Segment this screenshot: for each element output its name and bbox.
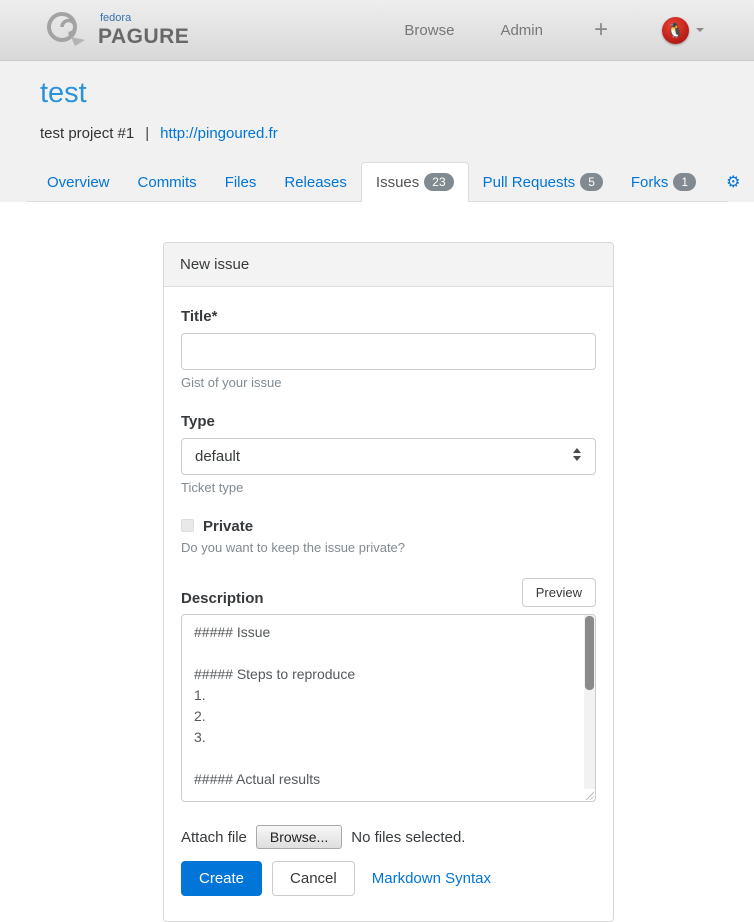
chevron-down-icon	[696, 28, 704, 32]
new-issue-panel: New issue Title* Gist of your issue Type…	[163, 242, 614, 922]
tab-releases[interactable]: Releases	[270, 164, 361, 201]
project-meta: test project #1 | http://pingoured.fr	[40, 125, 754, 142]
title-group: Title* Gist of your issue	[181, 308, 596, 390]
tab-bar: Overview Commits Files Releases Issues23…	[27, 162, 728, 202]
type-group: Type default Ticket type	[181, 413, 596, 495]
issues-count-badge: 23	[424, 173, 453, 191]
private-group: Private Do you want to keep the issue pr…	[181, 518, 596, 555]
nav-browse-link[interactable]: Browse	[381, 22, 477, 39]
private-help-text: Do you want to keep the issue private?	[181, 540, 596, 555]
snail-shell-icon	[38, 8, 90, 53]
attach-file-label: Attach file	[181, 829, 247, 846]
navbar: fedora PAGURE Browse Admin + 🐧	[0, 0, 754, 61]
private-label: Private	[203, 518, 253, 535]
type-select[interactable]: default	[181, 438, 596, 475]
title-help-text: Gist of your issue	[181, 375, 596, 390]
tab-files[interactable]: Files	[211, 164, 271, 201]
select-arrows-icon	[572, 447, 582, 466]
description-label: Description	[181, 590, 264, 607]
no-files-text: No files selected.	[351, 829, 465, 846]
panel-title: New issue	[164, 243, 613, 287]
tab-pull-requests[interactable]: Pull Requests5	[469, 163, 617, 201]
avatar: 🐧	[662, 17, 689, 44]
separator: |	[145, 125, 149, 142]
type-selected-value: default	[195, 448, 240, 465]
private-checkbox[interactable]	[181, 519, 194, 532]
page-title: test	[40, 77, 754, 110]
plus-icon[interactable]: +	[566, 18, 636, 42]
description-textarea[interactable]: ##### Issue ##### Steps to reproduce 1. …	[181, 614, 596, 802]
tab-overview[interactable]: Overview	[33, 164, 124, 201]
scrollbar-thumb[interactable]	[585, 616, 594, 690]
textarea-scrollbar[interactable]	[584, 615, 595, 789]
description-group: Description Preview ##### Issue ##### St…	[181, 578, 596, 802]
nav-admin-link[interactable]: Admin	[477, 22, 566, 39]
brand-pagure-text: PAGURE	[98, 26, 189, 47]
brand-fedora-text: fedora	[100, 13, 189, 24]
pagure-logo[interactable]: fedora PAGURE	[38, 8, 189, 53]
browse-button[interactable]: Browse...	[256, 825, 342, 849]
preview-button[interactable]: Preview	[522, 578, 596, 607]
type-help-text: Ticket type	[181, 480, 596, 495]
tab-issues[interactable]: Issues23	[361, 162, 469, 202]
project-url-link[interactable]: http://pingoured.fr	[160, 125, 278, 142]
tab-commits[interactable]: Commits	[124, 164, 211, 201]
title-input[interactable]	[181, 333, 596, 370]
markdown-syntax-link[interactable]: Markdown Syntax	[372, 870, 491, 887]
project-description: test project #1	[40, 125, 134, 142]
navbar-right: Browse Admin + 🐧	[381, 17, 704, 44]
main-content: New issue Title* Gist of your issue Type…	[0, 202, 754, 922]
user-menu[interactable]: 🐧	[662, 17, 704, 44]
attach-file-row: Attach file Browse... No files selected.	[181, 825, 596, 849]
create-button[interactable]: Create	[181, 861, 262, 896]
actions-row: Create Cancel Markdown Syntax	[181, 861, 596, 896]
pull-requests-count-badge: 5	[580, 173, 603, 191]
cancel-button[interactable]: Cancel	[272, 861, 355, 896]
project-header: test test project #1 | http://pingoured.…	[0, 61, 754, 202]
tab-forks[interactable]: Forks1	[617, 163, 710, 201]
forks-count-badge: 1	[673, 173, 696, 191]
type-label: Type	[181, 413, 596, 430]
title-label: Title*	[181, 308, 596, 325]
settings-gear-icon[interactable]: ⚙	[710, 167, 754, 201]
